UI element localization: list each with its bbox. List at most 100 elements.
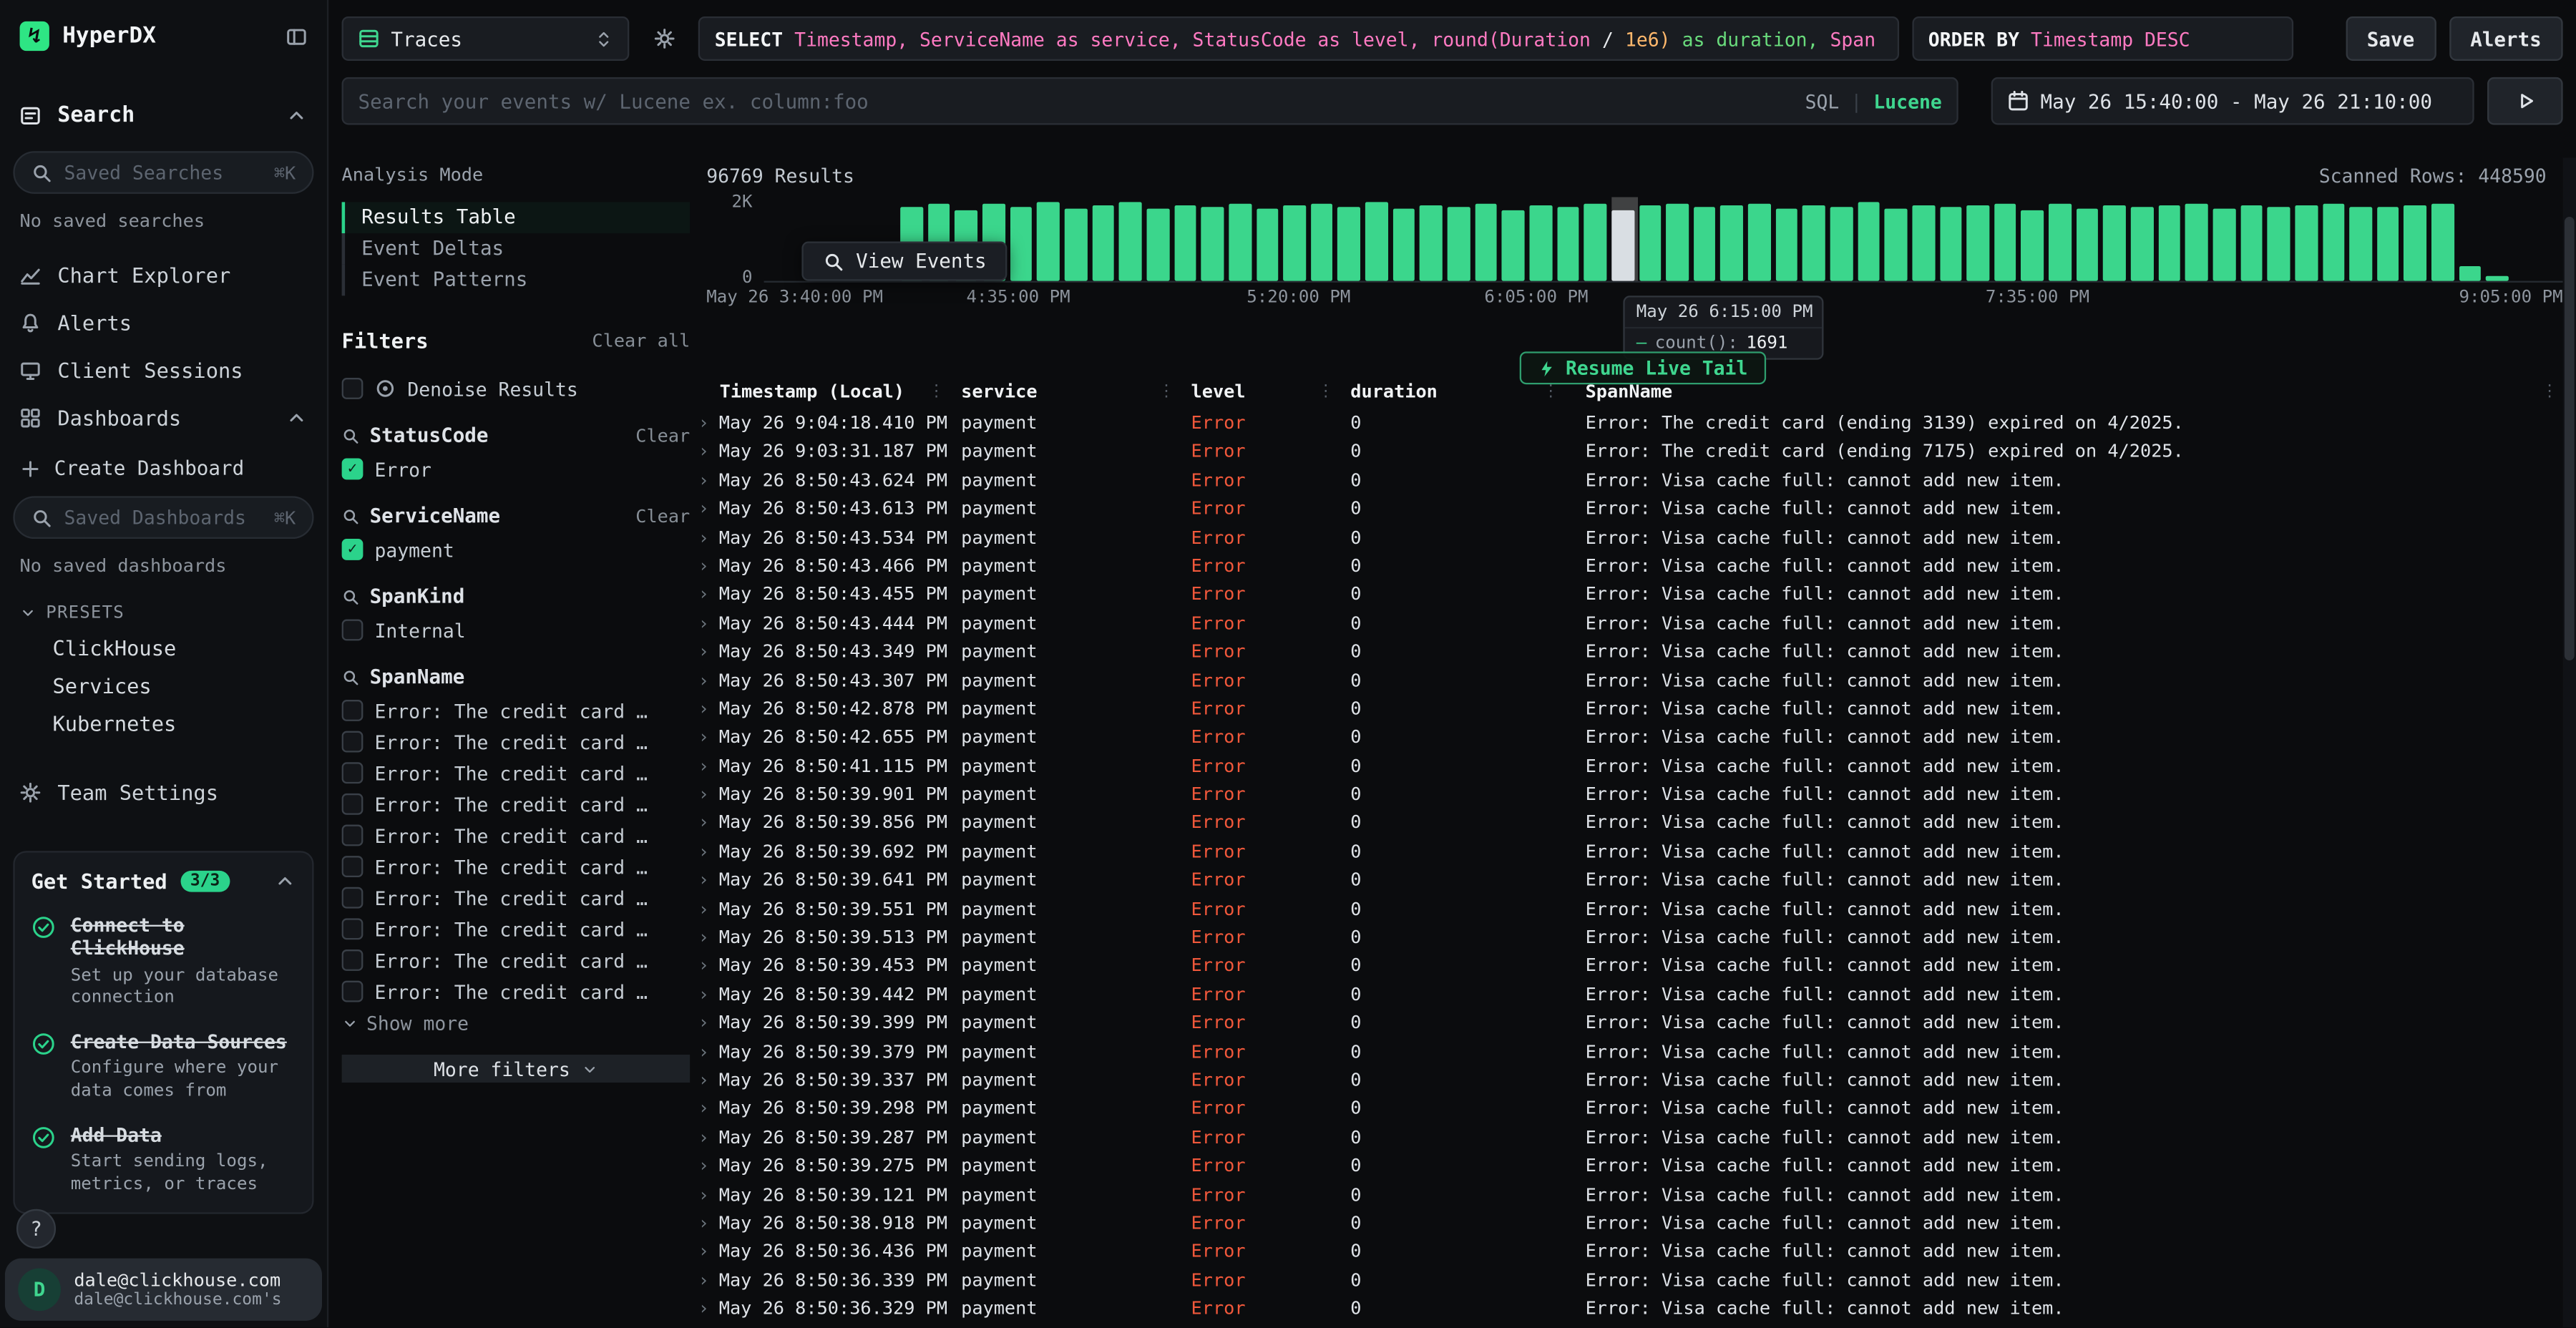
histogram-bar[interactable] [1420, 205, 1443, 280]
histogram-bar[interactable] [1639, 205, 1661, 281]
table-row[interactable]: ›May 26 8:50:36.436 PMpaymentError0Error… [690, 1238, 2562, 1266]
table-row[interactable]: ›May 26 8:50:41.115 PMpaymentError0Error… [690, 752, 2562, 781]
histogram-bar[interactable] [1694, 207, 1716, 281]
table-row[interactable]: ›May 26 8:50:39.298 PMpaymentError0Error… [690, 1095, 2562, 1123]
sidebar-item-team-settings[interactable]: Team Settings [13, 772, 313, 811]
histogram-bar[interactable] [1311, 204, 1333, 280]
filter-option[interactable]: Internal [342, 615, 691, 646]
get-started-step[interactable]: Connect to ClickHouse Set up your databa… [31, 914, 296, 1011]
checkbox[interactable] [342, 887, 364, 909]
chevron-up-icon[interactable] [286, 406, 307, 428]
histogram-bar[interactable] [1010, 208, 1032, 281]
table-row[interactable]: ›May 26 8:50:43.444 PMpaymentError0Error… [690, 609, 2562, 638]
analysis-mode-event-patterns[interactable]: Event Patterns [342, 265, 691, 296]
histogram-bar[interactable] [2268, 208, 2290, 281]
table-row[interactable]: ›May 26 8:50:39.901 PMpaymentError0Error… [690, 781, 2562, 809]
filter-option[interactable]: Error: The credit card … [342, 820, 691, 851]
expand-row-icon[interactable]: › [698, 1041, 709, 1063]
table-row[interactable]: ›May 26 8:50:43.455 PMpaymentError0Error… [690, 580, 2562, 609]
histogram-bar[interactable] [2212, 208, 2235, 281]
run-query-button[interactable] [2487, 77, 2563, 125]
histogram-bar[interactable] [1802, 206, 1825, 281]
user-menu[interactable]: D dale@clickhouse.com dale@clickhouse.co… [5, 1259, 322, 1321]
analysis-mode-results-table[interactable]: Results Table [342, 202, 691, 233]
filter-option[interactable]: Error: The credit card … [342, 757, 691, 788]
filter-group-header[interactable]: StatusCodeClear [342, 424, 691, 446]
histogram-bar[interactable] [2459, 266, 2481, 280]
histogram-bar[interactable] [2185, 203, 2207, 280]
save-button[interactable]: Save [2346, 16, 2436, 61]
table-row[interactable]: ›May 26 8:50:39.856 PMpaymentError0Error… [690, 809, 2562, 838]
filter-option[interactable]: Error: The credit card … [342, 788, 691, 820]
histogram-bar[interactable] [2487, 275, 2509, 281]
checkbox[interactable]: ✓ [342, 459, 364, 480]
table-row[interactable]: ›May 26 8:50:39.692 PMpaymentError0Error… [690, 838, 2562, 866]
checkbox[interactable] [342, 825, 364, 846]
chevron-up-icon[interactable] [286, 104, 307, 126]
expand-row-icon[interactable]: › [698, 641, 709, 663]
filter-option[interactable]: Error: The credit card … [342, 882, 691, 914]
histogram-bar[interactable] [1858, 202, 1880, 281]
histogram-bar[interactable] [1119, 202, 1141, 281]
expand-row-icon[interactable]: › [698, 412, 709, 434]
histogram-bar[interactable] [1201, 207, 1224, 281]
histogram-bar[interactable] [1146, 208, 1169, 280]
sidebar-item-alerts[interactable]: Alerts [13, 302, 313, 341]
table-row[interactable]: ›May 26 8:50:39.453 PMpaymentError0Error… [690, 952, 2562, 980]
histogram-bar[interactable] [1529, 205, 1551, 281]
histogram-bar[interactable] [1939, 208, 1961, 280]
table-row[interactable]: ›May 26 8:50:43.534 PMpaymentError0Error… [690, 523, 2562, 552]
table-row[interactable]: ›May 26 8:50:43.466 PMpaymentError0Error… [690, 552, 2562, 580]
expand-row-icon[interactable]: › [698, 869, 709, 891]
expand-row-icon[interactable]: › [698, 1212, 709, 1234]
histogram-bar[interactable] [2049, 203, 2071, 281]
filter-option[interactable]: ✓Error [342, 454, 691, 485]
table-row[interactable]: ›May 26 8:50:39.337 PMpaymentError0Error… [690, 1066, 2562, 1095]
denoise-results-option[interactable]: Denoise Results [342, 373, 691, 404]
filter-group-header[interactable]: SpanName [342, 665, 691, 688]
histogram-bar[interactable] [2350, 206, 2372, 280]
clear-all-filters-button[interactable]: Clear all [592, 330, 690, 351]
histogram-bar[interactable] [2377, 208, 2399, 280]
filter-option[interactable]: Error: The credit card … [342, 976, 691, 1007]
expand-row-icon[interactable]: › [698, 755, 709, 776]
create-dashboard-button[interactable]: Create Dashboard [20, 456, 308, 479]
histogram-bar[interactable] [1392, 209, 1415, 281]
checkbox[interactable] [342, 731, 364, 753]
histogram-bar[interactable] [1885, 208, 1907, 281]
checkbox[interactable] [342, 794, 364, 815]
chevron-up-icon[interactable] [274, 871, 296, 892]
histogram-bar[interactable] [2021, 210, 2044, 281]
expand-row-icon[interactable]: › [698, 726, 709, 748]
filter-group-header[interactable]: ServiceNameClear [342, 504, 691, 527]
histogram-bar[interactable] [2322, 204, 2344, 280]
histogram-bar[interactable] [1994, 204, 2016, 281]
checkbox[interactable] [342, 762, 364, 783]
expand-row-icon[interactable]: › [698, 612, 709, 634]
checkbox[interactable] [342, 981, 364, 1002]
show-more[interactable]: Show more [342, 1012, 691, 1035]
table-row[interactable]: ›May 26 8:50:39.641 PMpaymentError0Error… [690, 866, 2562, 895]
alerts-button[interactable]: Alerts [2449, 16, 2562, 61]
expand-row-icon[interactable]: › [698, 1155, 709, 1176]
table-row[interactable]: ›May 26 8:50:39.379 PMpaymentError0Error… [690, 1038, 2562, 1066]
more-filters-button[interactable]: More filters [342, 1055, 691, 1083]
expand-row-icon[interactable]: › [698, 527, 709, 548]
histogram-bar[interactable] [1502, 210, 1524, 281]
table-row[interactable]: ›May 26 8:50:39.275 PMpaymentError0Error… [690, 1152, 2562, 1181]
histogram-bar[interactable] [1284, 206, 1306, 281]
event-search-box[interactable]: SQL | Lucene [342, 77, 1958, 125]
table-row[interactable]: ›May 26 8:50:39.442 PMpaymentError0Error… [690, 980, 2562, 1009]
histogram-bar[interactable] [1338, 208, 1360, 280]
scrollbar-thumb[interactable] [2565, 217, 2575, 660]
table-row[interactable]: ›May 26 8:50:43.624 PMpaymentError0Error… [690, 467, 2562, 495]
checkbox[interactable] [342, 949, 364, 971]
expand-row-icon[interactable]: › [698, 1298, 709, 1319]
expand-row-icon[interactable]: › [698, 1126, 709, 1148]
histogram-bar[interactable] [1557, 206, 1579, 280]
expand-row-icon[interactable]: › [698, 1098, 709, 1120]
search-input[interactable] [358, 89, 1794, 112]
table-row[interactable]: ›May 26 8:50:39.399 PMpaymentError0Error… [690, 1009, 2562, 1038]
expand-row-icon[interactable]: › [698, 1183, 709, 1205]
histogram-bar[interactable] [1365, 202, 1387, 281]
